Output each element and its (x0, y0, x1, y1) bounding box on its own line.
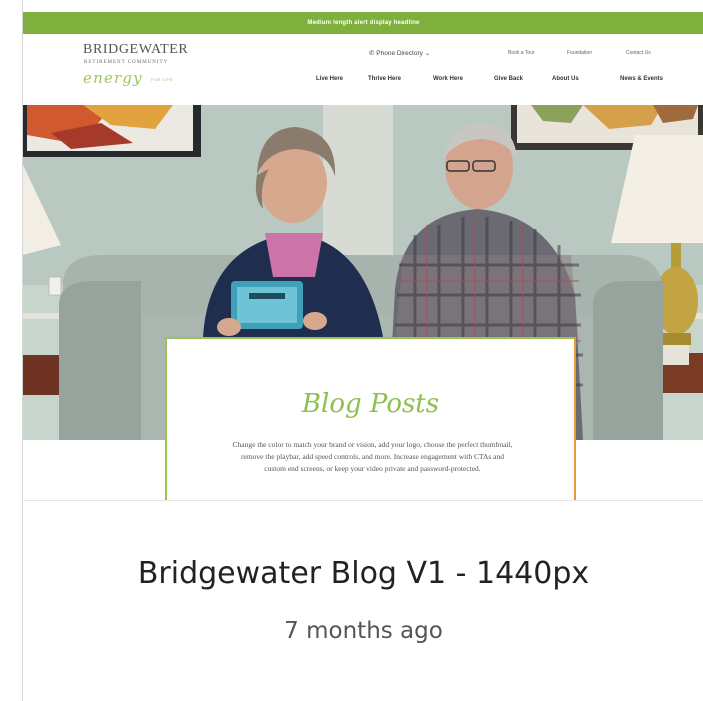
hero-title: Blog Posts (301, 389, 440, 419)
main-nav-news-events: News & Events (620, 76, 664, 82)
design-card[interactable]: Medium length alert display headline BRI… (22, 0, 703, 701)
main-nav-live-here: Live Here (316, 76, 344, 82)
logo-subtitle: RETIREMENT COMMUNITY (84, 60, 169, 65)
phone-directory: ✆ Phone Directory ⌄ (369, 49, 430, 57)
main-nav-about-us: About Us (552, 76, 579, 82)
card-timestamp: 7 months ago (284, 618, 443, 644)
chevron-down-icon: ⌄ (424, 50, 431, 57)
util-nav-foundation: Foundation (567, 50, 593, 56)
logo-tagline: energy (83, 69, 143, 87)
design-thumbnail[interactable]: Medium length alert display headline BRI… (23, 0, 703, 500)
logo-name: BRIDGEWATER (83, 42, 189, 57)
phone-directory-label: Phone Directory (376, 50, 423, 57)
thumbnail-top-margin (23, 0, 703, 12)
logo-tagline-suffix: FOR LIFE (151, 77, 174, 82)
main-nav-give-back: Give Back (494, 76, 524, 82)
hero-content-box: Blog Posts Change the color to match you… (165, 337, 576, 500)
util-nav-book-tour: Book a Tour (508, 50, 535, 56)
util-nav-contact: Contact Us (626, 50, 651, 56)
main-nav-work-here: Work Here (433, 76, 463, 82)
site-header: BRIDGEWATER RETIREMENT COMMUNITY energy … (23, 34, 703, 105)
card-divider (23, 500, 703, 501)
main-nav-thrive-here: Thrive Here (368, 76, 402, 82)
announcement-bar: Medium length alert display headline (23, 12, 703, 34)
phone-icon: ✆ (369, 50, 375, 57)
hero-description: Change the color to match your brand or … (232, 440, 513, 473)
card-title[interactable]: Bridgewater Blog V1 - 1440px (23, 556, 703, 591)
